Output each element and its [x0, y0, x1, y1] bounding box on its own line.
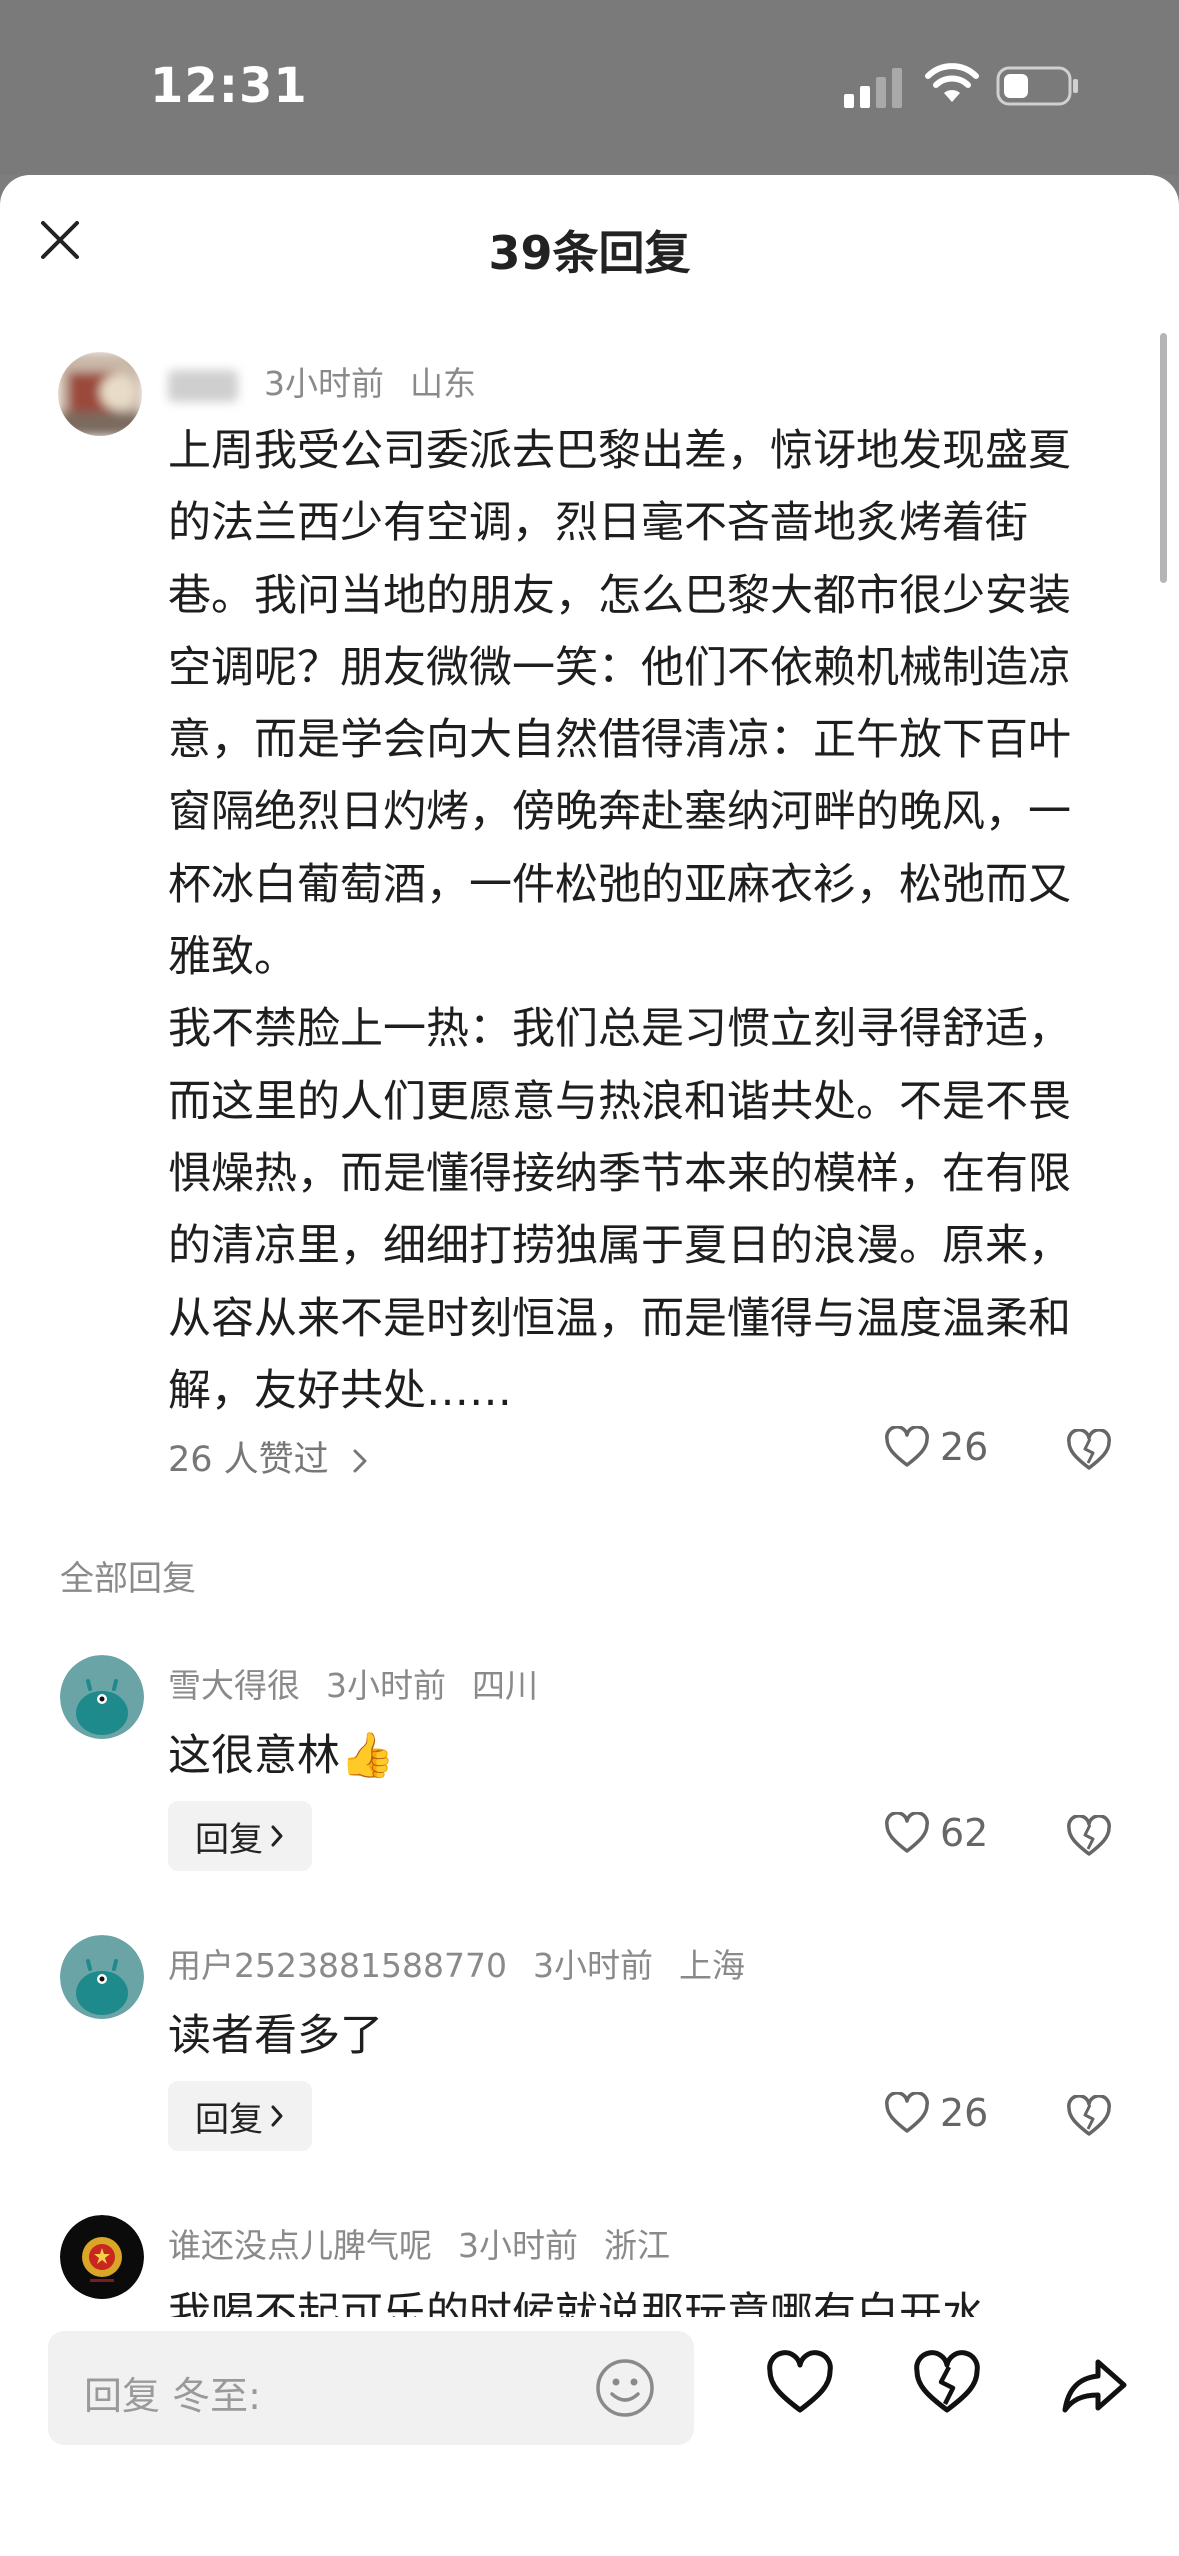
reply-meta: 用户2523881588770 3小时前 上海 — [168, 1939, 771, 1987]
thumbs-up-emoji: 👍 — [340, 1730, 395, 1781]
blurred-username — [168, 369, 238, 402]
broken-heart-icon[interactable] — [1066, 1815, 1112, 1857]
like-button[interactable]: 62 — [884, 1811, 988, 1855]
reply-text: 读者看多了 — [168, 2011, 383, 2061]
wifi-icon — [925, 63, 979, 102]
like-button[interactable]: 26 — [884, 2091, 988, 2135]
comment-paragraph: 我不禁脸上一热：我们总是习惯立刻寻得舒适，而这里的人们更愿意与热浪和谐共处。不是… — [168, 1004, 1071, 1416]
reply-text-content: 这很意林 — [168, 1731, 340, 1781]
avatar[interactable] — [60, 1655, 144, 1739]
reply-time: 3小时前 — [458, 2226, 578, 2265]
section-label: 全部回复 — [60, 1559, 196, 1599]
sheet-title: 39条回复 — [488, 226, 691, 280]
chevron-right-icon — [353, 1449, 367, 1473]
chevron-right-icon — [271, 1825, 283, 1847]
reply-username[interactable]: 雪大得很 — [168, 1666, 300, 1705]
like-button[interactable]: 26 — [884, 1425, 988, 1469]
reply-button[interactable]: 回复 — [168, 1801, 312, 1871]
reply-username[interactable]: 谁还没点儿脾气呢 — [168, 2226, 432, 2265]
heart-icon[interactable] — [765, 2350, 835, 2420]
comment-meta: 3小时前 山东 — [168, 357, 502, 405]
reply-button[interactable]: 回复 — [168, 2081, 312, 2151]
main-comment-text: 上周我受公司委派去巴黎出差，惊讶地发现盛夏的法兰西少有空调，烈日毫不吝啬地炙烤着… — [168, 415, 1088, 1427]
reply-input-placeholder: 回复 冬至: — [84, 2374, 261, 2418]
reply-button-label: 回复 — [195, 1819, 263, 1860]
reply-button-label: 回复 — [195, 2099, 263, 2140]
emoji-icon[interactable] — [592, 2355, 658, 2421]
heart-icon — [885, 2092, 929, 2133]
status-time: 12:31 — [150, 58, 308, 114]
replies-sheet: 39条回复 3小时前 山东 上周我受公司委派去巴黎出差，惊讶地发现盛夏的法兰西少有… — [0, 175, 1179, 2556]
broken-heart-icon[interactable] — [912, 2350, 982, 2420]
reply-input[interactable]: 回复 冬至: — [48, 2331, 694, 2445]
status-bar: 12:31 — [0, 0, 1179, 175]
reply-text: 这很意林👍 — [168, 1721, 395, 1783]
liked-by-label: 26 人赞过 — [168, 1440, 329, 1480]
reply-location: 四川 — [472, 1666, 538, 1705]
reply-time: 3小时前 — [532, 1946, 653, 1985]
comment-paragraph: 上周我受公司委派去巴黎出差，惊讶地发现盛夏的法兰西少有空调，烈日毫不吝啬地炙烤着… — [168, 426, 1071, 983]
comment-location: 山东 — [410, 364, 476, 403]
reply-meta: 谁还没点儿脾气呢 3小时前 浙江 — [168, 2219, 696, 2267]
like-count: 26 — [940, 1425, 989, 1469]
reply-time: 3小时前 — [326, 1666, 446, 1705]
heart-icon — [885, 1426, 929, 1467]
avatar[interactable] — [58, 352, 142, 436]
like-count: 26 — [940, 2091, 989, 2135]
reply-location: 上海 — [678, 1946, 745, 1985]
bottom-bar: 回复 冬至: — [0, 2317, 1179, 2556]
reply-location: 浙江 — [604, 2226, 670, 2265]
liked-by-link[interactable]: 26 人赞过 — [168, 1431, 370, 1482]
avatar[interactable] — [60, 1935, 144, 2019]
scrollbar[interactable] — [1160, 333, 1167, 583]
battery-icon — [996, 66, 1078, 106]
like-count: 62 — [940, 1811, 989, 1855]
reply-username[interactable]: 用户2523881588770 — [168, 1946, 507, 1985]
avatar[interactable] — [60, 2215, 144, 2299]
chevron-right-icon — [271, 2105, 283, 2127]
reply-meta: 雪大得很 3小时前 四川 — [168, 1659, 564, 1707]
heart-icon — [885, 1812, 929, 1853]
broken-heart-icon[interactable] — [1066, 2095, 1112, 2137]
broken-heart-icon[interactable] — [1066, 1429, 1112, 1471]
comment-time: 3小时前 — [264, 364, 384, 403]
signal-icon — [844, 68, 902, 108]
share-icon[interactable] — [1060, 2350, 1130, 2420]
